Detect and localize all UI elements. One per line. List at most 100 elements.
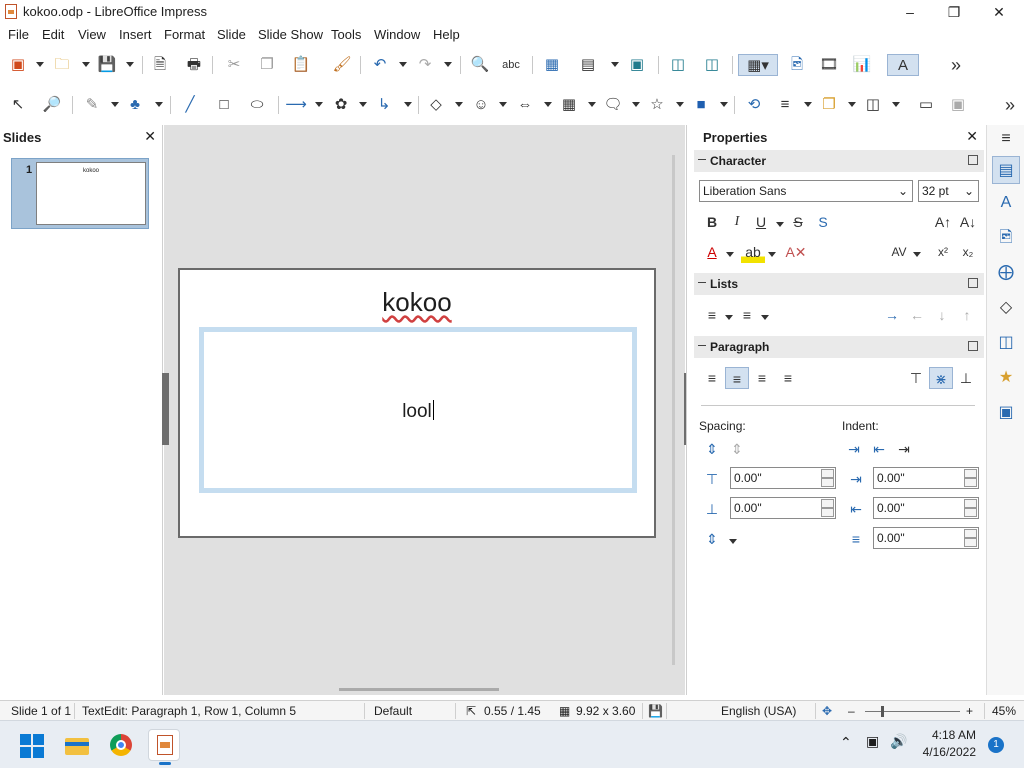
chevron-down-icon[interactable]: ⌄ — [964, 181, 974, 201]
gallery-deck-icon[interactable]: 🖻 — [992, 224, 1020, 252]
more-options-icon[interactable] — [968, 278, 978, 288]
align-top-icon[interactable]: ⊤ — [904, 367, 928, 389]
font-name-field[interactable]: Liberation Sans ⌄ — [699, 180, 913, 202]
spin-down-icon[interactable] — [821, 478, 834, 487]
align-bottom-icon[interactable]: ⊥ — [954, 367, 978, 389]
block-arrows-icon[interactable]: ⇔ — [513, 94, 537, 116]
language-status[interactable]: English (USA) — [721, 704, 796, 718]
font-color-icon[interactable]: A — [700, 241, 724, 263]
menu-tools[interactable]: Tools — [331, 27, 361, 42]
symbol-shapes-icon[interactable]: ☺ — [469, 94, 493, 116]
start-current-slide-icon[interactable]: ◫ — [700, 54, 724, 76]
spin-up-icon[interactable] — [964, 499, 977, 508]
chevron-down-icon[interactable] — [726, 252, 734, 257]
connector-icon[interactable]: ↳ — [372, 94, 396, 116]
display-views-icon[interactable]: ▤ — [576, 54, 600, 76]
spin-up-icon[interactable] — [964, 469, 977, 478]
character-section-header[interactable]: Character — [694, 150, 984, 172]
sidebar-menu-icon[interactable]: ≡ — [992, 125, 1020, 153]
chevron-down-icon[interactable] — [36, 62, 44, 67]
unordered-list-icon[interactable]: ≡ — [700, 304, 724, 326]
align-center-icon[interactable]: ≡ — [725, 367, 749, 389]
chevron-down-icon[interactable] — [768, 252, 776, 257]
insert-media-icon[interactable]: 🎞 — [817, 54, 841, 76]
more-options-icon[interactable] — [968, 341, 978, 351]
start-first-slide-icon[interactable]: ◫ — [666, 54, 690, 76]
chevron-down-icon[interactable] — [588, 102, 596, 107]
network-icon[interactable]: ▣ — [866, 733, 879, 750]
chevron-down-icon[interactable] — [404, 102, 412, 107]
zoom-level[interactable]: 45% — [992, 704, 1016, 718]
more-options-icon[interactable] — [968, 155, 978, 165]
first-line-indent-field[interactable]: 0.00" — [873, 527, 979, 549]
vertical-scrollbar[interactable] — [672, 155, 675, 665]
move-up-icon[interactable]: ↑ — [955, 304, 979, 326]
menu-insert[interactable]: Insert — [119, 27, 152, 42]
slide-thumbnail[interactable]: 1 kokoo — [11, 158, 149, 229]
indent-before-field[interactable]: 0.00" — [873, 467, 979, 489]
superscript-icon[interactable]: x² — [931, 241, 955, 263]
italic-icon[interactable]: I — [725, 211, 749, 233]
libreoffice-impress-task-icon[interactable] — [148, 729, 180, 765]
horizontal-scrollbar[interactable] — [339, 688, 499, 691]
menu-view[interactable]: View — [78, 27, 106, 42]
new-document-icon[interactable]: ▣ — [6, 54, 30, 76]
chevron-down-icon[interactable] — [544, 102, 552, 107]
menu-edit[interactable]: Edit — [42, 27, 64, 42]
clock-time[interactable]: 4:18 AM — [922, 728, 976, 742]
menu-slide-show[interactable]: Slide Show — [258, 27, 323, 42]
underline-icon[interactable]: U — [749, 211, 773, 233]
open-folder-icon[interactable]: 🗀 — [50, 54, 74, 76]
chevron-down-icon[interactable] — [82, 62, 90, 67]
select-pointer-icon[interactable]: ↖ — [6, 94, 30, 116]
zoom-slider[interactable] — [865, 711, 960, 712]
align-middle-icon[interactable]: ⋇ — [929, 367, 953, 389]
more-tools-icon[interactable]: » — [944, 54, 968, 76]
arrange-icon[interactable]: ❐ — [817, 94, 841, 116]
decrease-spacing-icon[interactable]: ⇕ — [725, 438, 749, 460]
slide[interactable]: kokoo lool — [178, 268, 656, 538]
shadow-text-icon[interactable]: S — [811, 211, 835, 233]
spin-up-icon[interactable] — [821, 499, 834, 508]
chevron-down-icon[interactable] — [776, 222, 784, 227]
arrow-line-icon[interactable]: ⟶ — [284, 94, 308, 116]
fill-color-icon[interactable]: ♣ — [123, 94, 147, 116]
3d-objects-icon[interactable]: ■ — [689, 94, 713, 116]
ordered-list-icon[interactable]: ≡ — [735, 304, 759, 326]
justify-icon[interactable]: ≡ — [776, 367, 800, 389]
chevron-up-icon[interactable]: ⌃ — [840, 734, 852, 751]
chevron-down-icon[interactable] — [111, 102, 119, 107]
slides-pane-collapse-handle[interactable] — [162, 373, 169, 445]
shapes-deck-icon[interactable]: ◇ — [992, 294, 1020, 322]
spin-up-icon[interactable] — [964, 529, 977, 538]
shadow-icon[interactable]: ▭ — [914, 94, 938, 116]
hanging-indent-icon[interactable]: ⇥ — [892, 438, 916, 460]
master-slide-icon[interactable]: ▣ — [625, 54, 649, 76]
chevron-down-icon[interactable] — [155, 102, 163, 107]
spin-up-icon[interactable] — [821, 469, 834, 478]
stars-icon[interactable]: ☆ — [645, 94, 669, 116]
insert-table-icon[interactable]: ▦▾ — [738, 54, 778, 76]
styles-deck-icon[interactable]: A — [992, 189, 1020, 217]
decrease-indent-icon[interactable]: ⇤ — [867, 438, 891, 460]
indent-after-field[interactable]: 0.00" — [873, 497, 979, 519]
chevron-down-icon[interactable] — [444, 62, 452, 67]
character-spacing-icon[interactable]: AV — [887, 241, 911, 263]
menu-help[interactable]: Help — [433, 27, 460, 42]
text-edit-box[interactable]: lool — [199, 327, 637, 493]
insert-chart-icon[interactable]: 📊 — [850, 54, 874, 76]
spin-down-icon[interactable] — [964, 478, 977, 487]
zoom-out-icon[interactable]: – — [848, 704, 855, 718]
chevron-down-icon[interactable] — [611, 62, 619, 67]
rectangle-icon[interactable]: □ — [212, 94, 236, 116]
volume-icon[interactable]: 🔊 — [890, 733, 907, 750]
callout-icon[interactable]: 🗨 — [601, 94, 625, 116]
highlight-color-icon[interactable]: ab — [741, 241, 765, 263]
strikethrough-icon[interactable]: S — [786, 211, 810, 233]
align-right-icon[interactable]: ≡ — [750, 367, 774, 389]
font-size-field[interactable]: 32 pt ⌄ — [918, 180, 979, 202]
save-icon[interactable]: 💾 — [95, 54, 119, 76]
grid-icon[interactable]: ▦ — [540, 54, 564, 76]
insert-image-icon[interactable]: 🖻 — [785, 54, 809, 76]
line-icon[interactable]: ╱ — [178, 94, 202, 116]
